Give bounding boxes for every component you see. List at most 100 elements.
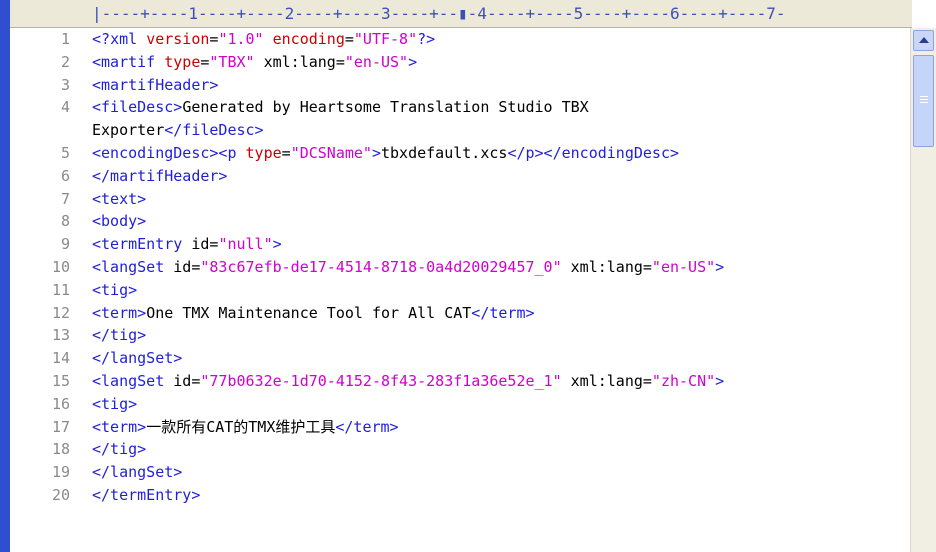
vertical-scrollbar[interactable] [910,28,936,552]
code-token: xml:lang= [254,52,345,71]
code-token: </term> [471,303,535,322]
code-token: </termEntry> [92,485,201,504]
code-line[interactable]: 13 </tig> [10,324,908,347]
line-code: <martif type="TBX" xml:lang="en-US"> [92,51,417,74]
code-token: > [408,52,418,71]
code-token: type [245,143,282,162]
line-code: <term>一款所有CAT的TMX维护工具</term> [92,416,399,439]
code-token: type [164,52,201,71]
code-line[interactable]: 12 <term>One TMX Maintenance Tool for All… [10,302,908,325]
code-token: <martif [92,52,165,71]
line-code: </termEntry> [92,484,200,507]
code-token: One TMX Maintenance Tool for All CAT [146,303,472,322]
scroll-up-button[interactable] [913,30,934,51]
line-code: </martifHeader> [92,165,227,188]
line-number: 5 [60,143,70,162]
code-editor[interactable]: 1 <?xml version="1.0" encoding="UTF-8"?> 2… [10,28,908,552]
code-token: ?> [417,30,436,48]
line-code: <termEntry id="null"> [92,233,282,256]
scroll-thumb[interactable] [913,55,934,147]
line-number: 10 [51,257,70,276]
code-token: <encodingDesc><p [92,143,246,162]
code-line[interactable]: 8 <body> [10,210,908,233]
code-token: <langSet [92,371,174,390]
code-token: > [371,143,381,162]
line-number: 11 [51,280,70,299]
code-token: <text> [92,189,147,208]
code-token: id= [191,235,219,254]
code-line[interactable]: 19 </langSet> [10,461,908,484]
code-line[interactable]: 20 </termEntry> [10,484,908,507]
code-token: </langSet> [92,463,183,482]
code-token: xml [110,30,147,48]
line-number: 3 [60,75,70,94]
code-line[interactable]: Exporter</fileDesc> [10,119,908,142]
grip-line [920,102,928,103]
code-line[interactable]: 15 <langSet id="77b0632e-1d70-4152-8f43-2… [10,370,908,393]
line-code: <fileDesc>Generated by Heartsome Transla… [92,96,589,119]
code-line[interactable]: 9 <termEntry id="null"> [10,233,908,256]
code-token: > [715,371,725,390]
code-token: "TBX" [209,52,255,71]
line-number: 6 [60,166,70,185]
code-token: 一款所有CAT的TMX维护工具 [146,417,336,436]
code-token: "DCSName" [290,143,372,162]
code-line[interactable]: 2 <martif type="TBX" xml:lang="en-US"> [10,51,908,74]
code-line[interactable]: 5 <encodingDesc><p type="DCSName">tbxdefa… [10,142,908,165]
code-line[interactable]: 16 <tig> [10,393,908,416]
line-code: <langSet id="77b0632e-1d70-4152-8f43-283… [92,370,724,393]
line-number: 17 [51,417,70,436]
code-token: Generated by Heartsome Translation Studi… [182,98,589,117]
code-line[interactable]: 18 </tig> [10,438,908,461]
grip-line [920,99,928,100]
line-code: <?xml version="1.0" encoding="UTF-8"?> [92,28,435,51]
code-token: <langSet [92,257,174,276]
line-number: 8 [60,212,70,231]
code-line[interactable]: 17 <term>一款所有CAT的TMX维护工具</term> [10,416,908,439]
line-number: 15 [51,371,70,390]
code-token: Exporter [92,121,165,140]
code-line[interactable]: 14 </langSet> [10,347,908,370]
code-token: "zh-CN" [651,371,716,390]
code-token: id= [173,257,201,276]
line-code: <term>One TMX Maintenance Tool for All C… [92,302,535,325]
code-token: "en-US" [344,52,409,71]
code-token: "83c67efb-de17-4514-8718-0a4d20029457_0" [200,257,562,276]
code-token: = [281,143,291,162]
code-line[interactable]: 3 <martifHeader> [10,74,908,97]
code-token: > [715,257,725,276]
code-line[interactable]: 10 <langSet id="83c67efb-de17-4514-8718-0… [10,256,908,279]
window-left-border [0,0,10,552]
line-code: <tig> [92,279,137,302]
code-token: xml:lang= [561,257,652,276]
code-token: <term> [92,303,147,322]
code-line[interactable]: 4 <fileDesc>Generated by Heartsome Transl… [10,96,908,119]
line-code: </tig> [92,438,146,461]
code-token: tbxdefault.xcs [381,143,508,162]
line-code: <martifHeader> [92,74,218,97]
line-number: 4 [60,98,70,117]
code-token: "UTF-8" [353,30,418,48]
code-token: "en-US" [651,257,716,276]
code-token: "null" [218,235,273,254]
code-line[interactable]: 6 </martifHeader> [10,165,908,188]
code-line[interactable]: 11 <tig> [10,279,908,302]
code-token: xml:lang= [561,371,652,390]
line-code: </tig> [92,324,146,347]
line-code: <body> [92,210,146,233]
code-token: <martifHeader> [92,75,219,94]
code-token: </fileDesc> [164,121,264,140]
line-number: 9 [60,235,70,254]
code-line[interactable]: 1 <?xml version="1.0" encoding="UTF-8"?> [10,28,908,51]
line-number: 16 [51,394,70,413]
code-token: </tig> [92,326,147,345]
code-token: = [344,30,354,48]
line-number: 18 [51,440,70,459]
line-number: 12 [51,303,70,322]
code-token: id= [173,371,201,390]
grip-icon [920,96,928,97]
line-number: 2 [60,52,70,71]
code-token: <tig> [92,280,138,299]
code-line[interactable]: 7 <text> [10,188,908,211]
